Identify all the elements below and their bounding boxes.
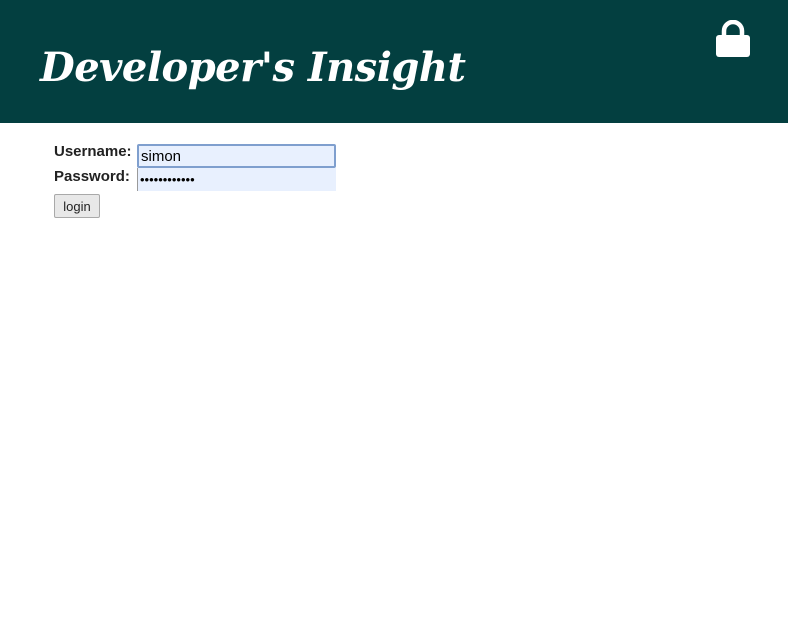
login-form: Username: Password: login	[54, 143, 354, 223]
lock-button[interactable]	[713, 20, 753, 60]
site-title: Developer's Insight	[40, 44, 466, 91]
password-label: Password:	[54, 168, 130, 185]
username-input[interactable]	[137, 144, 336, 168]
username-label: Username:	[54, 143, 132, 160]
site-header: Developer's Insight	[0, 0, 788, 123]
login-button[interactable]: login	[54, 194, 100, 218]
lock-icon	[716, 20, 750, 57]
password-input[interactable]	[137, 168, 336, 191]
